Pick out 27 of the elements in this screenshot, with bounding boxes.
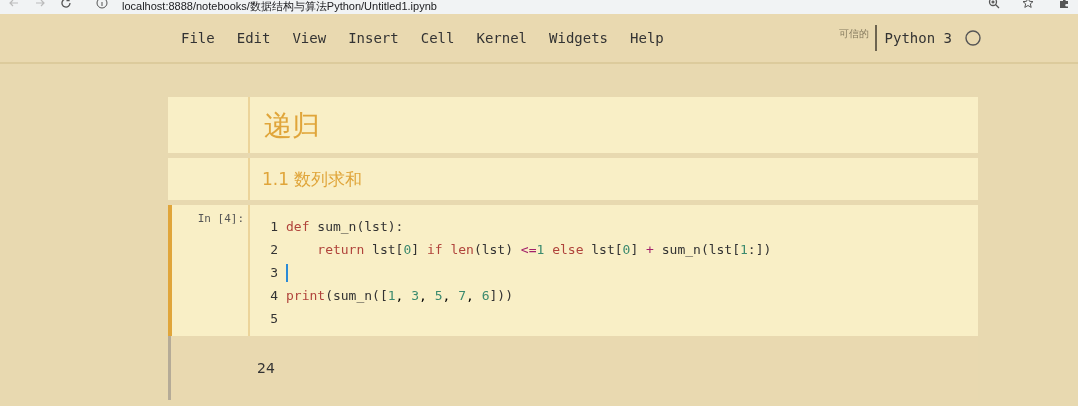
code-cell[interactable]: In [4]: 1 def sum_n(lst): 2 return lst[0] if len(lst) <=1 else lst[0] + sum_n(lst[1:]) 3 4 print(sum_n([1, 3, 5, 7, 6])) 5 [168, 205, 978, 336]
info-icon[interactable] [96, 0, 108, 9]
code-line: print(sum_n([1, 3, 5, 7, 6])) [286, 288, 513, 303]
line-number: 1 [269, 219, 279, 234]
trusted-label: 可信的 [838, 27, 869, 41]
menu-item[interactable]: Widgets [538, 30, 620, 46]
reload-icon[interactable] [60, 0, 72, 9]
cell-output: 24 [257, 360, 275, 376]
menu-item[interactable]: Edit [225, 30, 282, 46]
menu-item[interactable]: File [170, 30, 226, 46]
code-line: def sum_n(lst): [286, 219, 404, 234]
menu-item[interactable]: Cell [409, 30, 466, 46]
menu-item[interactable]: View [281, 30, 338, 46]
zoom-icon[interactable] [988, 0, 1000, 9]
line-number: 3 [269, 265, 279, 280]
markdown-heading: 递归 [263, 108, 321, 144]
line-number: 2 [269, 242, 279, 257]
menu-item[interactable]: Kernel [465, 30, 539, 46]
kernel-name: Python 3 [884, 30, 952, 46]
puzzle-icon[interactable] [1058, 0, 1070, 9]
line-number: 4 [269, 288, 279, 303]
code-line: return lst[0] if len(lst) <=1 else lst[0] + sum_n(lst[1:]) [316, 242, 772, 257]
line-number: 5 [269, 311, 279, 326]
menu-item[interactable]: Help [619, 30, 675, 46]
menu-item[interactable]: Insert [337, 30, 410, 46]
markdown-heading: 1.1 数列求和 [261, 168, 364, 191]
star-icon[interactable] [1022, 0, 1034, 9]
